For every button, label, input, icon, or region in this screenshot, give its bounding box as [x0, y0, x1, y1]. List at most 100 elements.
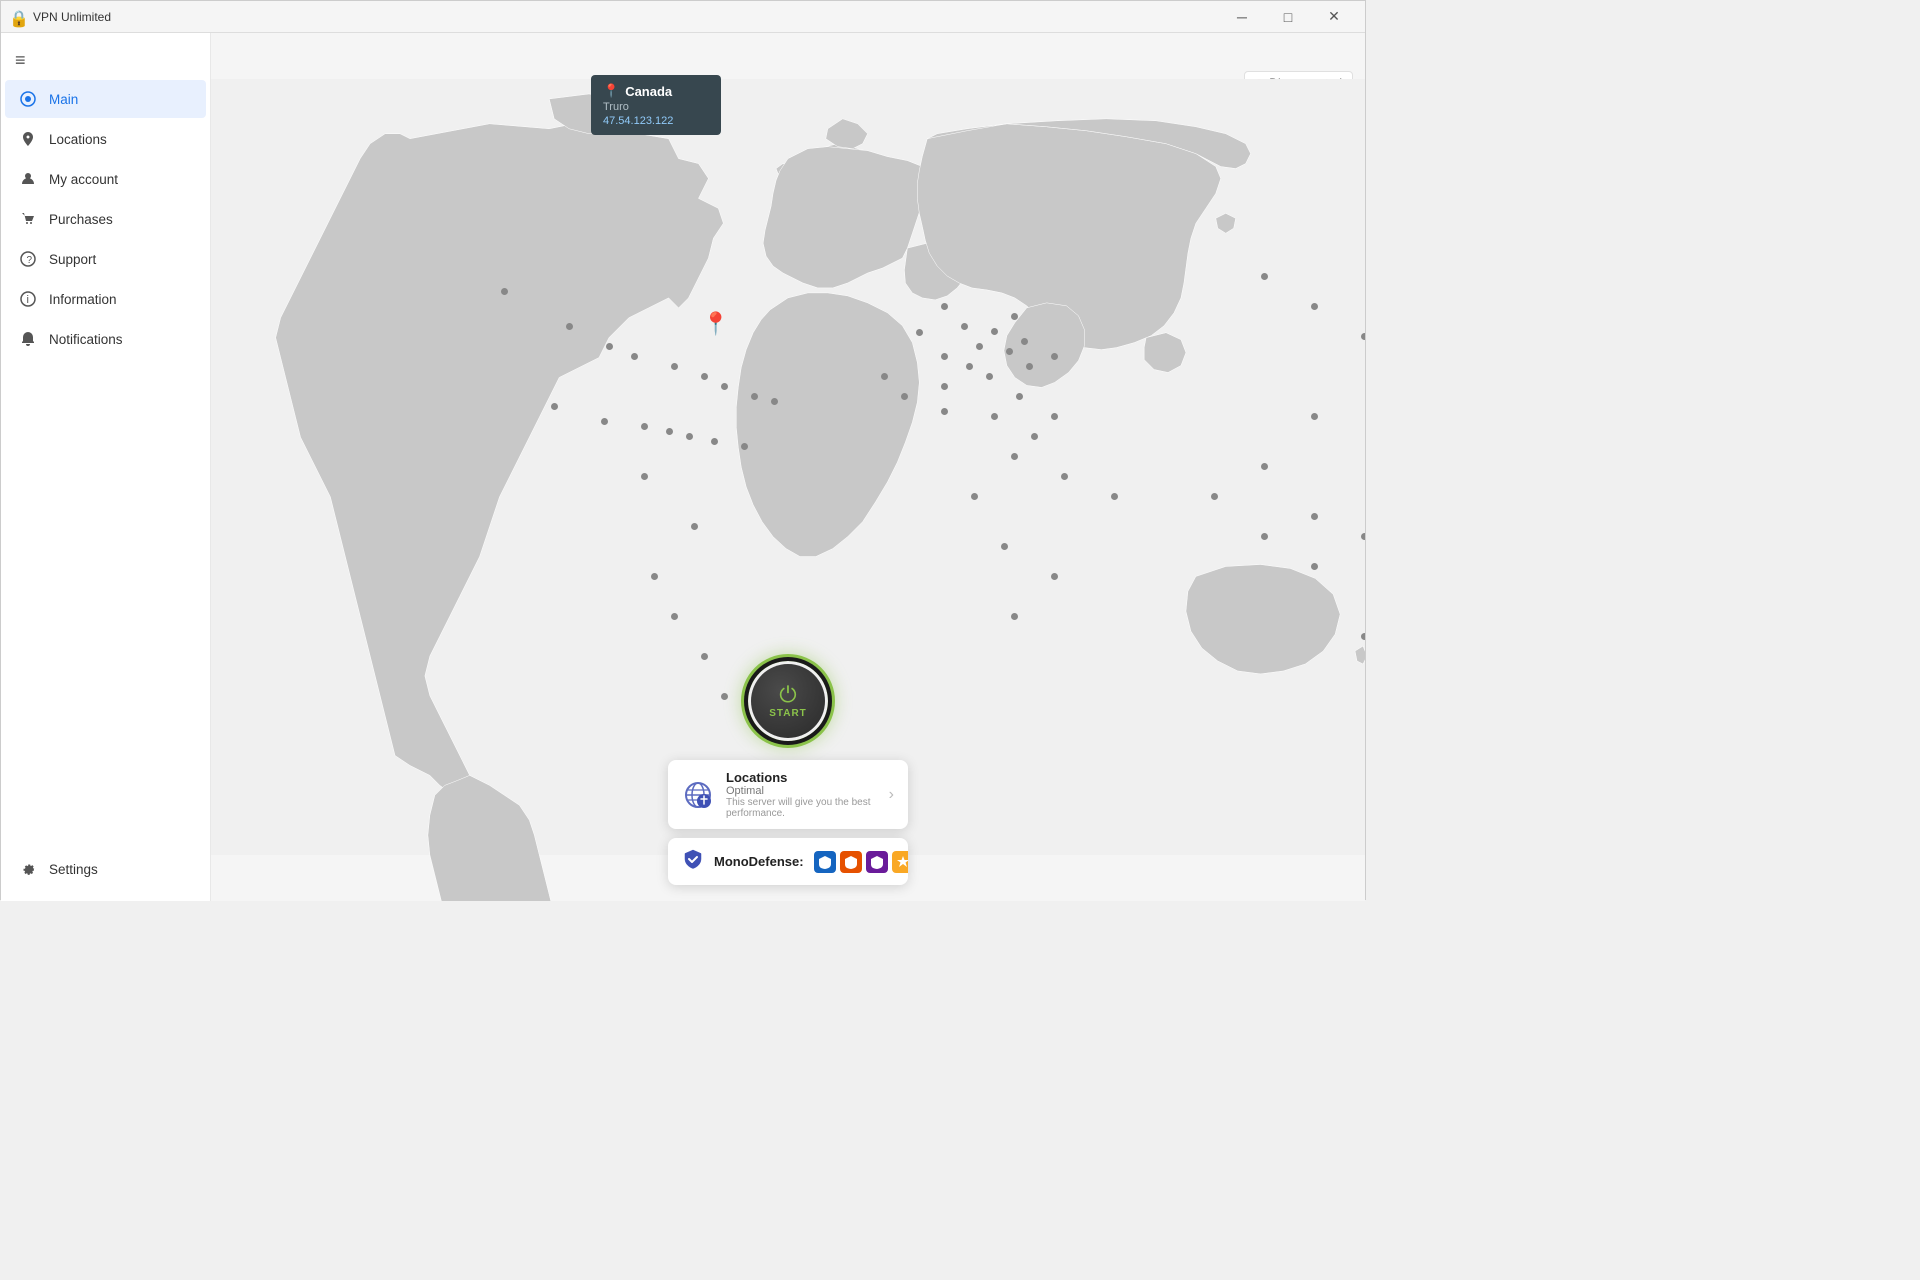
map-dot	[741, 443, 748, 450]
svg-text:?: ?	[27, 255, 33, 266]
svg-text:i: i	[27, 294, 29, 306]
monodefense-panel: MonoDefense:	[668, 838, 908, 885]
locations-globe-icon	[682, 779, 714, 811]
map-dot	[1311, 413, 1318, 420]
sidebar-item-settings[interactable]: Settings	[5, 850, 206, 888]
app-icon: 🔒	[9, 9, 25, 25]
map-dot	[991, 328, 998, 335]
map-dot	[971, 493, 978, 500]
map-dot	[701, 373, 708, 380]
support-icon: ?	[19, 250, 37, 268]
map-dot	[641, 423, 648, 430]
canada-country: Canada	[625, 84, 672, 99]
locations-panel: Locations Optimal This server will give …	[668, 760, 908, 829]
monodefense-icon-2	[840, 851, 862, 873]
sidebar-item-support[interactable]: ? Support	[5, 240, 206, 278]
map-dot	[751, 393, 758, 400]
map-dot	[1261, 463, 1268, 470]
my-account-icon	[19, 170, 37, 188]
locations-description: This server will give you the best perfo…	[726, 797, 877, 819]
map-dot	[1311, 513, 1318, 520]
map-dot	[1051, 413, 1058, 420]
sidebar-bottom: Settings	[1, 849, 210, 901]
map-dot	[966, 363, 973, 370]
map-dot	[1051, 353, 1058, 360]
locations-text: Locations Optimal This server will give …	[726, 770, 877, 819]
sidebar-item-my-account[interactable]: My account	[5, 160, 206, 198]
map-dot	[941, 303, 948, 310]
map-dot	[686, 433, 693, 440]
main-content: Disconnected	[211, 33, 1365, 901]
canada-tooltip: 📍 Canada Truro 47.54.123.122	[591, 75, 721, 135]
map-dot	[711, 438, 718, 445]
sidebar-item-information-label: Information	[49, 292, 117, 307]
sidebar-item-settings-label: Settings	[49, 862, 98, 877]
start-button-container: ⏻ START	[748, 661, 828, 741]
sidebar-item-my-account-label: My account	[49, 172, 118, 187]
map-dot	[1311, 563, 1318, 570]
map-dot	[1361, 333, 1365, 340]
sidebar-item-support-label: Support	[49, 252, 96, 267]
map-dot	[901, 393, 908, 400]
sidebar-item-locations-label: Locations	[49, 132, 107, 147]
app-title: VPN Unlimited	[33, 10, 111, 24]
maximize-button[interactable]: □	[1265, 1, 1311, 33]
locations-chevron-icon: ›	[889, 786, 894, 804]
map-dot	[601, 418, 608, 425]
settings-icon	[19, 860, 37, 878]
map-dot	[641, 473, 648, 480]
map-dot	[941, 383, 948, 390]
map-dot	[691, 523, 698, 530]
map-dot	[566, 323, 573, 330]
monodefense-shield-icon	[682, 848, 704, 875]
canada-city: Truro	[603, 101, 709, 113]
minimize-button[interactable]: ─	[1219, 1, 1265, 33]
map-dot	[551, 403, 558, 410]
map-dot	[986, 373, 993, 380]
map-dot	[1361, 633, 1365, 640]
sidebar-menu-button[interactable]: ≡	[1, 41, 210, 79]
app-container: ≡ Main Locations My account Purchases	[1, 33, 1365, 901]
title-bar-left: 🔒 VPN Unlimited	[9, 9, 111, 25]
sidebar-item-main-label: Main	[49, 92, 78, 107]
map-dot	[1061, 473, 1068, 480]
main-icon	[19, 90, 37, 108]
monodefense-icon-4	[892, 851, 908, 873]
purchases-icon	[19, 210, 37, 228]
map-dot	[671, 363, 678, 370]
map-dot	[501, 288, 508, 295]
notifications-icon	[19, 330, 37, 348]
title-bar: 🔒 VPN Unlimited ─ □ ✕	[1, 1, 1365, 33]
map-dot	[1211, 493, 1218, 500]
map-container: 📍 📍 Canada Truro 47.54.123.122 ⏻ START	[211, 33, 1365, 901]
map-dot	[961, 323, 968, 330]
monodefense-button[interactable]: MonoDefense:	[668, 838, 908, 885]
sidebar-item-main[interactable]: Main	[5, 80, 206, 118]
map-dot	[1261, 273, 1268, 280]
map-dot	[721, 693, 728, 700]
map-dot	[941, 353, 948, 360]
map-dot	[1111, 493, 1118, 500]
sidebar-item-locations[interactable]: Locations	[5, 120, 206, 158]
map-dot	[1021, 338, 1028, 345]
map-dot	[1011, 613, 1018, 620]
monodefense-icon-3	[866, 851, 888, 873]
start-label: START	[769, 708, 807, 719]
map-dot	[606, 343, 613, 350]
sidebar-item-notifications[interactable]: Notifications	[5, 320, 206, 358]
start-button[interactable]: ⏻ START	[748, 661, 828, 741]
map-dot	[1261, 533, 1268, 540]
sidebar-item-information[interactable]: i Information	[5, 280, 206, 318]
locations-panel-button[interactable]: Locations Optimal This server will give …	[668, 760, 908, 829]
close-button[interactable]: ✕	[1311, 1, 1357, 33]
map-dot	[1006, 348, 1013, 355]
map-dot	[701, 653, 708, 660]
canada-pin-icon: 📍	[603, 83, 619, 99]
sidebar-item-purchases-label: Purchases	[49, 212, 113, 227]
sidebar-item-purchases[interactable]: Purchases	[5, 200, 206, 238]
monodefense-icon-1	[814, 851, 836, 873]
map-dot	[1311, 303, 1318, 310]
information-icon: i	[19, 290, 37, 308]
map-dot	[631, 353, 638, 360]
map-dot	[671, 613, 678, 620]
